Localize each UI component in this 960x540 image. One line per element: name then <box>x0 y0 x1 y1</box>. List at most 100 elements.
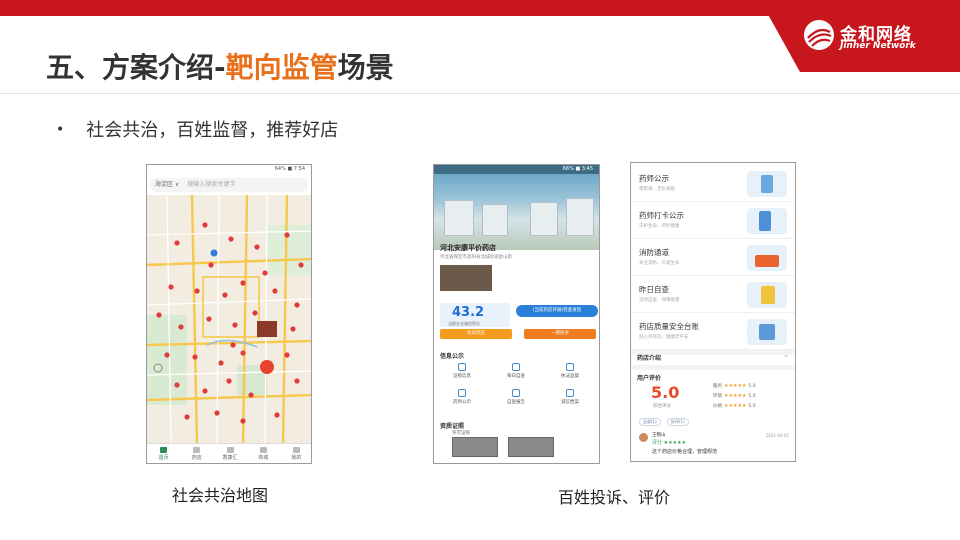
pharmacy-pin-icon[interactable] <box>194 288 200 294</box>
store-thumbnail[interactable] <box>440 265 492 291</box>
chevron-down-icon[interactable]: ⌄ <box>783 351 789 359</box>
title-accent: 靶向监管 <box>225 51 338 84</box>
info-row-subtitle: 关注消防、珍爱生命 <box>639 261 680 266</box>
pharmacy-pin-icon[interactable] <box>202 388 208 394</box>
cert-subtitle: 许可证照 <box>452 431 470 436</box>
tab-mall[interactable]: 商城 <box>247 444 280 463</box>
pharmacy-pin-icon[interactable] <box>240 280 246 286</box>
pharmacy-pin-icon[interactable] <box>272 288 278 294</box>
tab-home[interactable]: 首页 <box>147 444 180 463</box>
pharmacy-icon <box>193 447 201 453</box>
pharmacy-pin-icon[interactable] <box>174 240 180 246</box>
pharmacy-pin-icon[interactable] <box>164 352 170 358</box>
pharmacy-pin-icon[interactable] <box>178 324 184 330</box>
info-row-ledger[interactable]: 药店质量安全台账 舒心买好药、健康享平安 <box>631 313 795 350</box>
rating-service: 服务 ★★★★★ 5.0 <box>713 383 756 389</box>
pharmacy-pin-icon[interactable] <box>184 414 190 420</box>
pharmacy-pin-icon[interactable] <box>240 418 246 424</box>
title-prefix: 五、方案介绍- <box>46 51 226 84</box>
info-row-pharmacist[interactable]: 药师公示 零距离、无私奉献 <box>631 165 795 202</box>
stars-icon: ★★★★★ <box>724 393 747 399</box>
brand-logo: 金和网络 Jinher Network <box>760 0 960 72</box>
info-row-title: 药师公示 <box>639 174 669 183</box>
pharmacy-pin-icon[interactable] <box>192 354 198 360</box>
slide-title: 五、方案介绍-靶向监管场景 <box>46 46 394 86</box>
rating-price: 价格 ★★★★★ 5.0 <box>713 403 756 409</box>
pharmacy-pin-icon[interactable] <box>168 284 174 290</box>
rating-environment: 环境 ★★★★★ 5.0 <box>713 393 756 399</box>
info-row-title: 药店质量安全台账 <box>639 322 699 331</box>
review-text: 这个药店价格合理，管理规范 <box>652 449 718 455</box>
pharmacy-pin-icon[interactable] <box>294 302 300 308</box>
store-address: 河北省保定市高阳县北城街道金山街 <box>440 255 512 260</box>
checkin-illustration-icon <box>747 208 787 234</box>
pharmacy-pin-icon[interactable] <box>202 222 208 228</box>
pharmacy-pin-icon[interactable] <box>240 350 246 356</box>
tab-mine[interactable]: 我的 <box>280 444 311 463</box>
grid-license[interactable]: 证照信息 <box>442 363 482 379</box>
grid-report[interactable]: 自查报告 <box>496 389 536 405</box>
pharmacy-pin-icon[interactable] <box>230 342 236 348</box>
pharmacy-pin-icon[interactable] <box>232 322 238 328</box>
quick-complain-button[interactable]: 一键投诉 <box>524 329 596 339</box>
pharmacy-pin-icon[interactable] <box>206 316 212 322</box>
pharmacy-pin-icon[interactable] <box>298 262 304 268</box>
user-icon <box>292 447 300 453</box>
tab-pharmacy[interactable]: 药店 <box>180 444 213 463</box>
tab-health[interactable]: 香康汇 <box>213 444 246 463</box>
pharmacy-pin-icon[interactable] <box>254 244 260 250</box>
overall-rating-label: 综合评分 <box>653 404 671 409</box>
grid-credit-file[interactable]: 诚信档案 <box>550 389 590 405</box>
caption-store: 百姓投诉、评价 <box>558 488 671 507</box>
pharmacy-pin-icon[interactable] <box>248 392 254 398</box>
map-search-placeholder: 搜输入搜索关键字 <box>187 181 236 188</box>
credit-score-card: 43.2 当前企业诚信积分 <box>440 303 510 327</box>
grid-daily-check[interactable]: 每日自查 <box>496 363 536 379</box>
pharmacy-pin-icon[interactable] <box>228 236 234 242</box>
overall-rating: 5.0 <box>651 383 680 402</box>
grid-pharmacist[interactable]: 药师公示 <box>442 389 482 405</box>
store-intro-title[interactable]: 药店介绍 <box>637 353 661 362</box>
pharmacy-pin-icon[interactable] <box>156 312 162 318</box>
pharmacy-pin-icon[interactable] <box>294 378 300 384</box>
info-row-fire-exit[interactable]: 消防通道 关注消防、珍爱生命 <box>631 239 795 276</box>
certificate-image[interactable] <box>508 437 554 457</box>
fire-illustration-icon <box>747 245 787 271</box>
shelf <box>566 198 594 236</box>
info-row-self-check[interactable]: 昨日自查 坚持自查、保障质量 <box>631 276 795 313</box>
credit-score-label: 当前企业诚信积分 <box>448 321 480 326</box>
pharmacy-pin-icon[interactable] <box>218 360 224 366</box>
reviewer-name: 王锦山 <box>652 433 666 438</box>
pharmacy-pin-icon[interactable] <box>262 270 268 276</box>
pharmacy-pin-icon[interactable] <box>274 412 280 418</box>
district-select[interactable]: 海淀区 ∨ <box>155 181 179 188</box>
filter-tag-all[interactable]: 全部(1) <box>639 418 661 426</box>
pharmacy-pin-icon[interactable] <box>290 326 296 332</box>
pharmacy-pin-icon[interactable] <box>252 310 258 316</box>
phone-map-screenshot: 64% ■ 7:54 海淀区 ∨ 搜输入搜索关键字 首页 药店 香康汇 商城 我… <box>146 164 312 464</box>
shelf <box>482 204 508 236</box>
grid-enforcement[interactable]: 执法监督 <box>550 363 590 379</box>
title-suffix: 场景 <box>337 51 394 84</box>
pharmacy-pin-icon[interactable] <box>222 292 228 298</box>
pharmacy-pin-icon[interactable] <box>214 410 220 416</box>
complain-store-button[interactable]: 投诉药店 <box>440 329 512 339</box>
status-bar: 64% ■ 7:54 <box>274 166 305 172</box>
info-row-checkin[interactable]: 药师打卡公示 守护生命、呵护健康 <box>631 202 795 239</box>
pharmacy-pin-icon[interactable] <box>226 378 232 384</box>
stars-icon: ★★★★★ <box>724 403 747 409</box>
pharmacy-pin-icon[interactable] <box>174 382 180 388</box>
pharmacy-pin-icon[interactable] <box>284 352 290 358</box>
map-search-bar[interactable]: 海淀区 ∨ 搜输入搜索关键字 <box>150 178 308 192</box>
phone-info-screenshot: 药师公示 零距离、无私奉献 药师打卡公示 守护生命、呵护健康 消防通道 关注消防… <box>630 162 796 462</box>
map-canvas[interactable] <box>147 195 311 445</box>
logo-globe-icon <box>804 20 834 50</box>
certificate-image[interactable] <box>452 437 498 457</box>
shield-icon <box>566 363 574 371</box>
filter-tag-good[interactable]: 好评(1) <box>667 418 689 426</box>
file-icon <box>566 389 574 397</box>
promo-pill[interactable]: (当前药店开展)检查发现 <box>516 305 598 317</box>
pharmacy-pin-icon[interactable] <box>208 262 214 268</box>
info-row-subtitle: 坚持自查、保障质量 <box>639 298 680 303</box>
pharmacy-pin-icon[interactable] <box>284 232 290 238</box>
